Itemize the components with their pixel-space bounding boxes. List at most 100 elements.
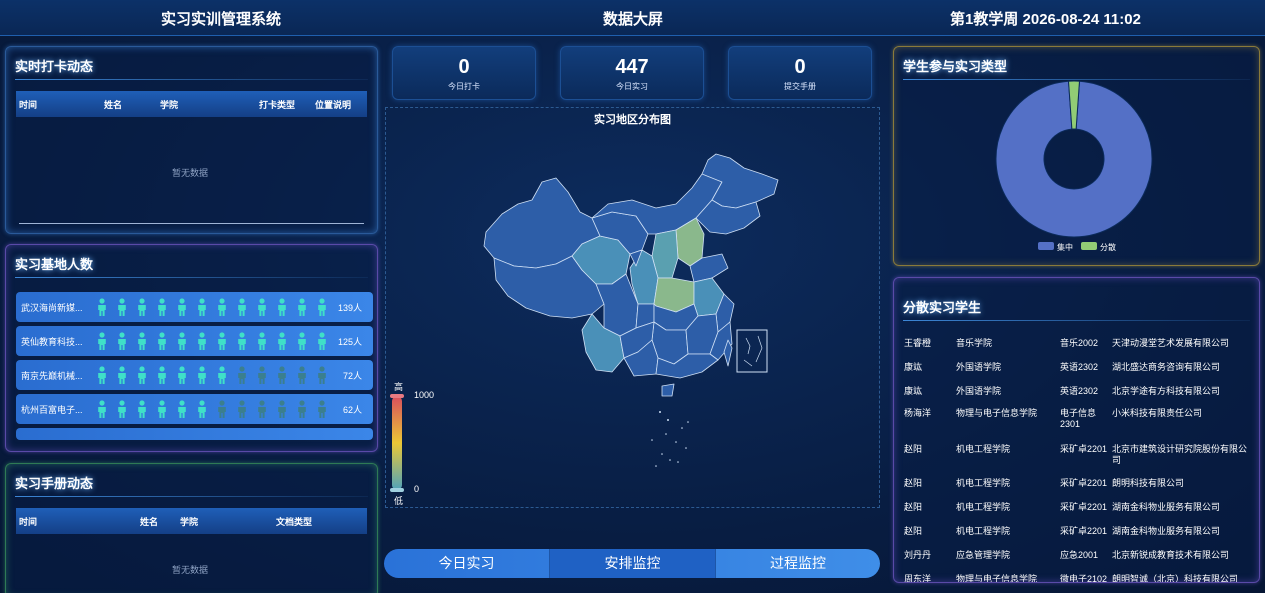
visual-map-bar <box>392 396 402 490</box>
base-row-partial[interactable] <box>16 428 373 440</box>
dashboard-screen: 实习实训管理系统 数据大屏 第1教学周 2026-08-24 11:02 实时打… <box>0 0 1265 593</box>
company-name: 朗明科技有限公司 <box>1112 478 1185 488</box>
stat-label: 今日实习 <box>616 82 648 91</box>
student-name: 康竑 <box>904 386 923 396</box>
handbook-title: 实习手册动态 <box>15 476 94 491</box>
person-icon <box>216 298 228 316</box>
region-map: 实习地区分布图 高 低 1000 0 <box>385 107 880 508</box>
person-icon <box>216 332 228 350</box>
person-icon <box>176 366 188 384</box>
college-name: 音乐学院 <box>956 338 993 348</box>
tab-arrangement-monitor[interactable]: 安排监控 <box>550 549 715 578</box>
student-name: 赵阳 <box>904 444 923 454</box>
tab-process-monitor[interactable]: 过程监控 <box>716 549 880 578</box>
company-name: 小米科技有限责任公司 <box>1112 408 1203 418</box>
system-title: 实习实训管理系统 <box>161 11 282 28</box>
person-icon <box>116 366 128 384</box>
col-college: 学院 <box>160 100 179 110</box>
base-name: 英仙教育科技... <box>21 337 83 347</box>
scattered-title: 分散实习学生 <box>903 300 982 315</box>
map-region-hainan <box>661 383 675 397</box>
class-name: 英语2302 <box>1060 386 1099 396</box>
legend-scattered: 分散 <box>1100 243 1116 252</box>
student-name: 康竑 <box>904 362 923 372</box>
person-icon <box>196 298 208 316</box>
legend-swatch-scattered <box>1081 242 1097 250</box>
person-icon <box>156 332 168 350</box>
college-name: 物理与电子信息学院 <box>956 574 1038 583</box>
title-divider <box>15 79 368 80</box>
company-name: 湖南金科物业服务有限公司 <box>1112 526 1221 536</box>
person-icon <box>316 366 328 384</box>
checkin-panel: 实时打卡动态 时间 姓名 学院 打卡类型 位置说明 暂无数据 <box>5 46 378 234</box>
person-icon <box>136 298 148 316</box>
base-row[interactable]: 杭州百富电子... 62人 <box>16 394 373 424</box>
person-icon <box>156 366 168 384</box>
person-icon <box>216 366 228 384</box>
header-bar: 实习实训管理系统 数据大屏 第1教学周 2026-08-24 11:02 <box>0 0 1265 36</box>
person-icon <box>156 400 168 418</box>
type-donut-chart[interactable] <box>894 47 1260 266</box>
checkin-empty-text: 暂无数据 <box>172 168 209 178</box>
person-icon <box>316 400 328 418</box>
legend-centralized: 集中 <box>1057 243 1073 252</box>
internship-type-panel: 学生参与实习类型 集中 分散 <box>893 46 1260 266</box>
college-name: 应急管理学院 <box>956 550 1011 560</box>
person-icon <box>116 400 128 418</box>
class-name: 应急2001 <box>1060 550 1099 560</box>
student-name: 赵阳 <box>904 502 923 512</box>
bottom-nav: 今日实习 安排监控 过程监控 <box>384 549 880 578</box>
week-datetime: 第1教学周 2026-08-24 11:02 <box>950 11 1141 28</box>
class-name: 采矿卓2201 <box>1060 502 1108 512</box>
person-icon <box>296 332 308 350</box>
person-icon <box>256 298 268 316</box>
handbook-panel: 实习手册动态 时间 姓名 学院 文档类型 暂无数据 <box>5 463 378 593</box>
col-checkin-type: 打卡类型 <box>259 100 296 110</box>
legend-min-value: 0 <box>414 484 420 494</box>
company-name: 天津动漫堂艺术发展有限公司 <box>1112 338 1230 348</box>
person-icon <box>276 366 288 384</box>
stat-value: 0 <box>458 56 470 78</box>
college-name: 物理与电子信息学院 <box>956 408 1038 418</box>
visual-map-handle-top <box>390 394 404 398</box>
person-icon <box>276 332 288 350</box>
person-icon <box>236 400 248 418</box>
base-row[interactable]: 南京先巅机械... 72人 <box>16 360 373 390</box>
title-divider <box>903 320 1250 321</box>
legend-low-label: 低 <box>394 496 404 506</box>
person-icon <box>96 400 108 418</box>
company-name: 湖北盛达商务咨询有限公司 <box>1112 362 1221 372</box>
company-name: 北京市建筑设计研究院股份有限公司 <box>1112 444 1248 465</box>
col-name: 姓名 <box>140 517 159 527</box>
base-name: 南京先巅机械... <box>21 371 83 381</box>
person-icon <box>276 298 288 316</box>
class-name: 音乐2002 <box>1060 338 1099 348</box>
title-divider <box>15 277 368 278</box>
student-name: 赵阳 <box>904 478 923 488</box>
person-icon <box>176 332 188 350</box>
checkin-title: 实时打卡动态 <box>15 59 94 74</box>
base-row[interactable]: 武汉海尚新媒... 139人 <box>16 292 373 322</box>
stat-today-checkin: 0 今日打卡 <box>392 46 536 100</box>
south-sea-islands <box>651 411 689 467</box>
person-icon <box>96 366 108 384</box>
person-icon <box>176 400 188 418</box>
class-name: 电子信息2301 <box>1060 408 1097 429</box>
china-map[interactable] <box>386 108 881 509</box>
tab-today-internship[interactable]: 今日实习 <box>384 549 549 578</box>
col-college: 学院 <box>180 517 199 527</box>
person-icon <box>276 400 288 418</box>
legend-high-label: 高 <box>394 382 404 392</box>
base-row[interactable]: 英仙教育科技... 125人 <box>16 326 373 356</box>
base-name: 杭州百富电子... <box>21 405 83 415</box>
stat-label: 提交手册 <box>784 82 816 91</box>
handbook-table-header: 时间 姓名 学院 文档类型 <box>16 508 367 534</box>
base-count: 72人 <box>342 371 362 381</box>
person-icon <box>196 366 208 384</box>
company-name: 北京学途有方科技有限公司 <box>1112 386 1221 396</box>
college-name: 机电工程学院 <box>956 478 1011 488</box>
base-count: 125人 <box>337 337 362 347</box>
person-icon <box>116 298 128 316</box>
person-icon <box>236 366 248 384</box>
base-name: 武汉海尚新媒... <box>21 303 83 313</box>
